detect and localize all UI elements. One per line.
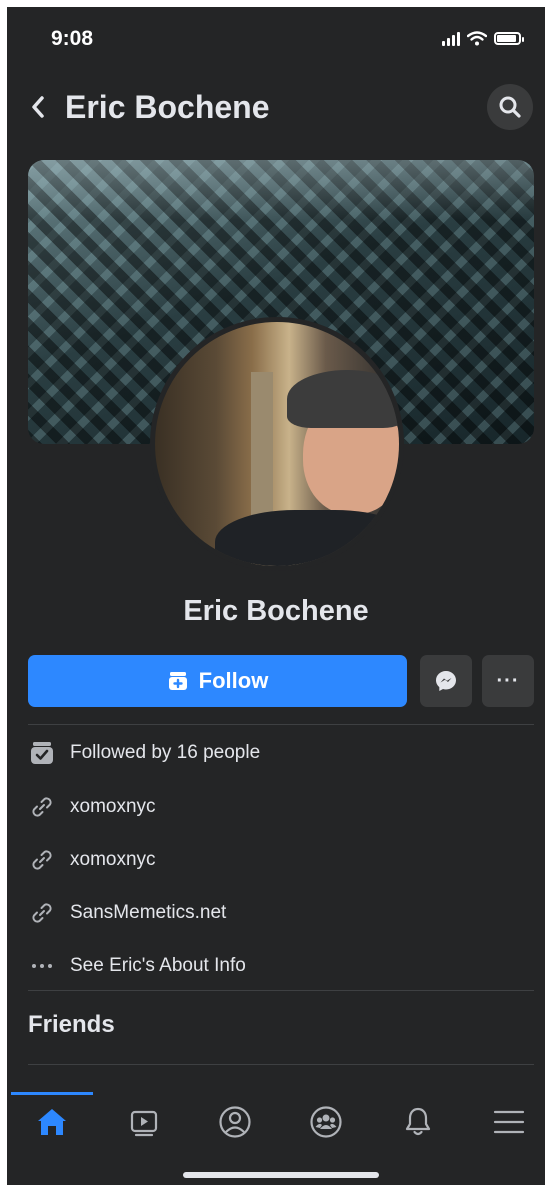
info-link[interactable]: xomoxnyc bbox=[28, 787, 534, 827]
follow-button[interactable]: Follow bbox=[28, 655, 407, 707]
battery-icon bbox=[494, 32, 524, 45]
more-options-label: ··· bbox=[496, 669, 520, 692]
tab-watch[interactable] bbox=[99, 1092, 189, 1152]
divider bbox=[28, 724, 534, 725]
wifi-icon bbox=[467, 31, 487, 46]
link-text: xomoxnyc bbox=[70, 796, 156, 817]
divider bbox=[28, 1064, 534, 1065]
search-icon bbox=[499, 96, 521, 118]
status-bar: 9:08 bbox=[7, 7, 545, 71]
home-icon bbox=[38, 1109, 66, 1135]
friends-heading: Friends bbox=[28, 1011, 115, 1038]
profile-icon bbox=[219, 1106, 251, 1138]
bottom-tab-bar bbox=[7, 1092, 545, 1152]
back-button[interactable] bbox=[23, 89, 53, 125]
status-icons bbox=[442, 31, 524, 46]
info-about[interactable]: See Eric's About Info bbox=[28, 946, 534, 986]
home-indicator[interactable] bbox=[183, 1172, 379, 1178]
info-followers: Followed by 16 people bbox=[28, 733, 534, 773]
link-icon bbox=[28, 846, 56, 874]
groups-icon bbox=[310, 1106, 342, 1138]
follow-label: Follow bbox=[198, 668, 269, 693]
followers-text: Followed by 16 people bbox=[70, 742, 261, 763]
page-title: Eric Bochene bbox=[65, 89, 270, 125]
follow-icon bbox=[168, 672, 187, 690]
followers-icon bbox=[28, 739, 56, 767]
signal-icon bbox=[442, 31, 460, 46]
messenger-icon bbox=[436, 671, 456, 691]
info-website[interactable]: SansMemetics.net bbox=[28, 893, 534, 933]
link-text: xomoxnyc bbox=[70, 849, 156, 870]
watch-icon bbox=[130, 1110, 158, 1137]
link-icon bbox=[28, 899, 56, 927]
bell-icon bbox=[405, 1107, 431, 1136]
tab-groups[interactable] bbox=[281, 1092, 371, 1152]
search-button[interactable] bbox=[487, 84, 533, 130]
profile-name: Eric Bochene bbox=[183, 595, 369, 627]
tab-profile[interactable] bbox=[190, 1092, 280, 1152]
about-text: See Eric's About Info bbox=[70, 955, 246, 976]
link-icon bbox=[28, 793, 56, 821]
info-link[interactable]: xomoxnyc bbox=[28, 840, 534, 880]
tab-notifications[interactable] bbox=[373, 1092, 463, 1152]
messenger-button[interactable] bbox=[420, 655, 472, 707]
phone-screen: 9:08 Eric Bochene Eric Bochene Follow ··… bbox=[7, 7, 545, 1185]
more-options-button[interactable]: ··· bbox=[482, 655, 534, 707]
website-text: SansMemetics.net bbox=[70, 902, 227, 923]
menu-icon bbox=[493, 1110, 525, 1134]
profile-picture[interactable] bbox=[150, 317, 404, 571]
tab-menu[interactable] bbox=[464, 1092, 545, 1152]
status-time: 9:08 bbox=[51, 27, 94, 50]
chevron-left-icon bbox=[32, 96, 44, 118]
more-dots-icon bbox=[28, 952, 56, 980]
profile-header: Eric Bochene bbox=[7, 77, 545, 137]
tab-home[interactable] bbox=[7, 1092, 97, 1152]
divider bbox=[28, 990, 534, 991]
